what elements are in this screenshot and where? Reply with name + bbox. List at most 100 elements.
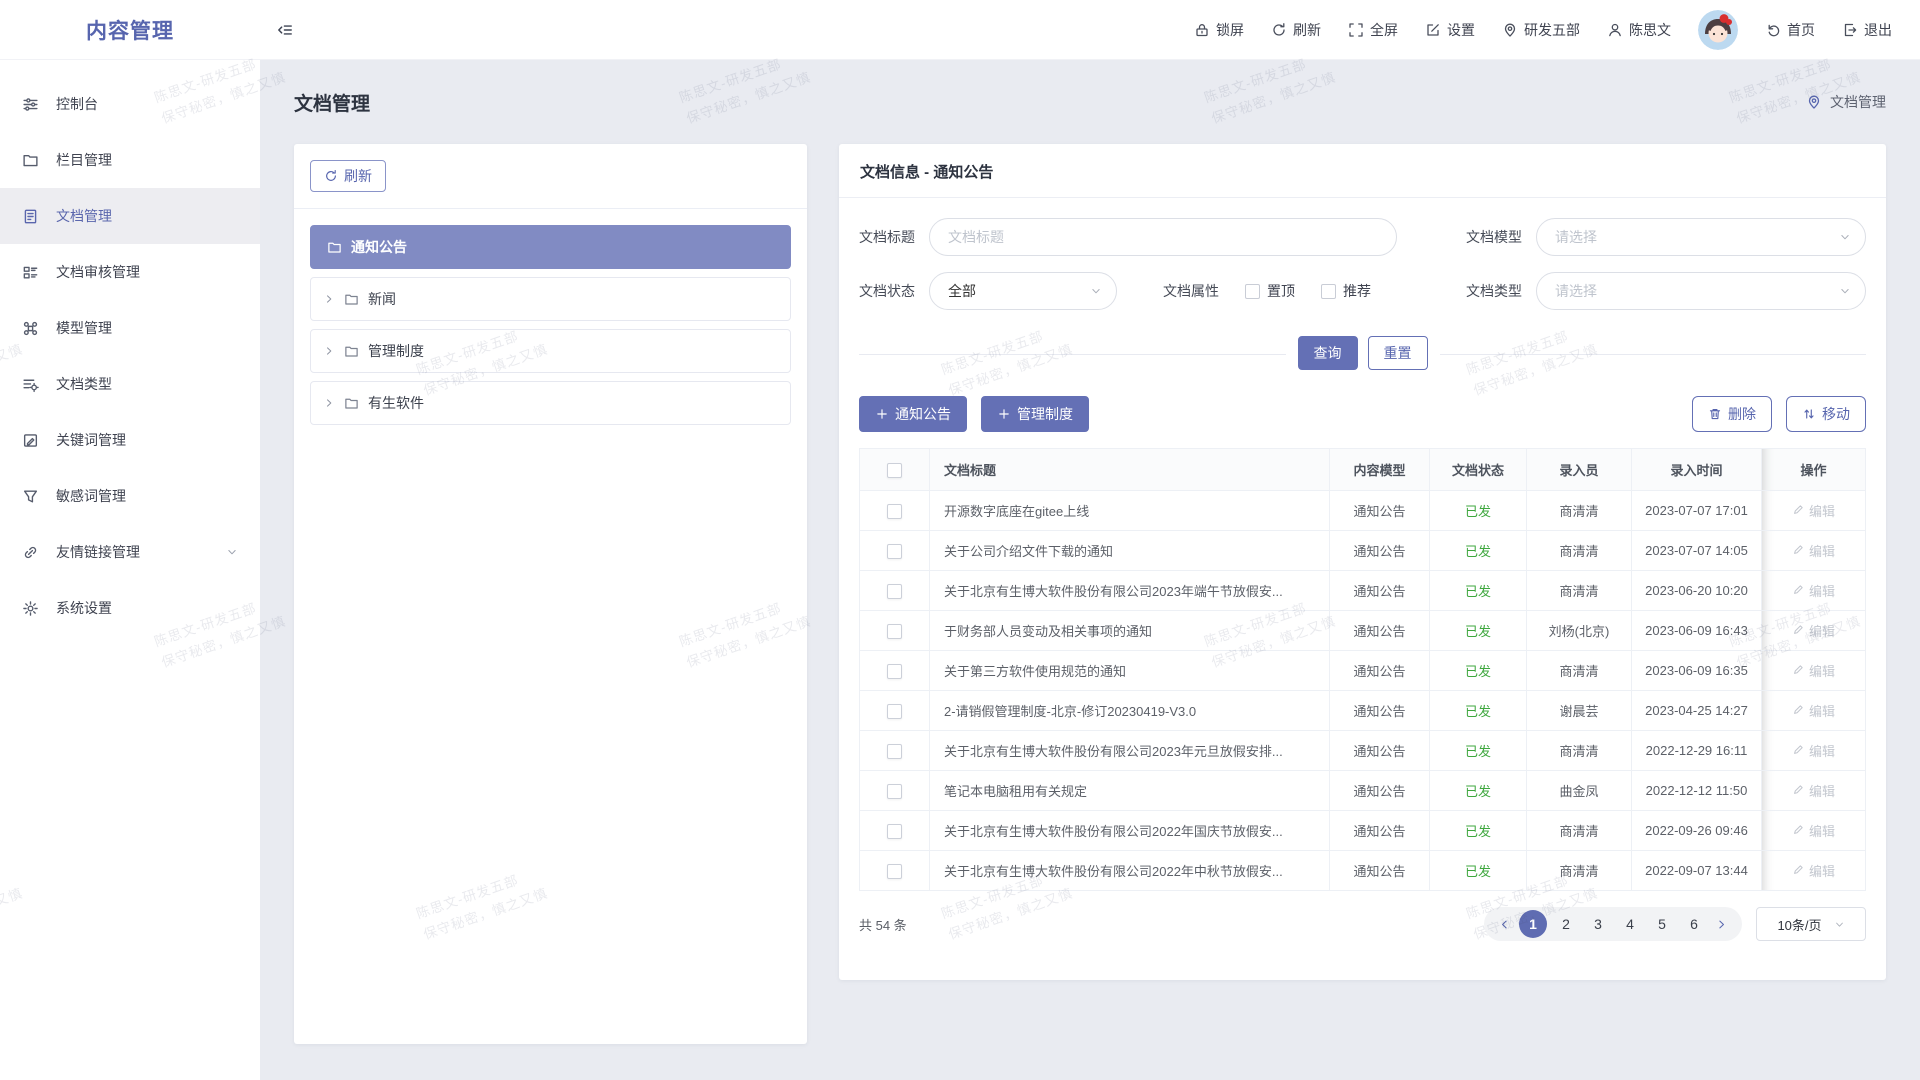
tree-node-有生软件[interactable]: 有生软件 <box>310 381 791 425</box>
row-checkbox[interactable] <box>887 664 902 679</box>
document-panel: 文档信息 - 通知公告 文档标题 文档模型 请选择 文档状态 全部 <box>839 144 1886 980</box>
table-row: 关于北京有生博大软件股份有限公司2023年元旦放假安排...通知公告已发商清清2… <box>860 731 1866 771</box>
tree-refresh-button[interactable]: 刷新 <box>310 160 386 192</box>
edit-link[interactable]: 编辑 <box>1762 571 1866 611</box>
status-badge: 已发 <box>1465 664 1491 679</box>
edit-link[interactable]: 编辑 <box>1762 691 1866 731</box>
sidebar-item-敏感词管理[interactable]: 敏感词管理 <box>0 468 260 524</box>
add-notice-label: 通知公告 <box>895 404 951 424</box>
row-checkbox[interactable] <box>887 864 902 879</box>
row-checkbox[interactable] <box>887 824 902 839</box>
row-checkbox[interactable] <box>887 784 902 799</box>
column-header: 内容模型 <box>1330 449 1430 491</box>
filter-attr-label: 文档属性 <box>1163 281 1219 301</box>
row-checkbox[interactable] <box>887 624 902 639</box>
doc-status-select[interactable]: 全部 <box>929 272 1117 310</box>
edit-link[interactable]: 编辑 <box>1762 491 1866 531</box>
header-actions: 锁屏 刷新 全屏 设置 研发五部 陈思文 首页 退出 <box>1194 10 1920 50</box>
table-actions: 通知公告 管理制度 删除 移动 <box>839 372 1886 448</box>
console-icon <box>22 96 39 113</box>
doc-model-select[interactable]: 请选择 <box>1536 218 1866 256</box>
doc-title-input[interactable] <box>929 218 1397 256</box>
row-checkbox[interactable] <box>887 504 902 519</box>
doc-time-cell: 2022-12-29 16:11 <box>1632 731 1762 771</box>
pagination-next[interactable] <box>1710 918 1733 931</box>
row-checkbox[interactable] <box>887 544 902 559</box>
header-action-username[interactable]: 陈思文 <box>1607 20 1671 40</box>
header-action-settings[interactable]: 设置 <box>1425 20 1475 40</box>
tree-node-通知公告[interactable]: 通知公告 <box>310 225 791 269</box>
sidebar-item-系统设置[interactable]: 系统设置 <box>0 580 260 636</box>
collapse-sidebar-icon[interactable] <box>276 21 294 39</box>
doc-status-cell: 已发 <box>1430 531 1527 571</box>
pagination-page-5[interactable]: 5 <box>1649 911 1675 937</box>
pagination-page-3[interactable]: 3 <box>1585 911 1611 937</box>
header-action-lock[interactable]: 锁屏 <box>1194 20 1244 40</box>
attr-top-checkbox[interactable]: 置顶 <box>1245 281 1295 301</box>
doc-title-cell: 关于公司介绍文件下载的通知 <box>930 531 1330 571</box>
reset-button[interactable]: 重置 <box>1368 336 1428 370</box>
checkbox-icon <box>1245 284 1260 299</box>
header-action-department[interactable]: 研发五部 <box>1502 20 1580 40</box>
header-action-label: 锁屏 <box>1216 20 1244 40</box>
doc-time-cell: 2023-06-09 16:35 <box>1632 651 1762 691</box>
header-action-logout[interactable]: 退出 <box>1842 20 1892 40</box>
header-action-refresh[interactable]: 刷新 <box>1271 20 1321 40</box>
table-row: 关于北京有生博大软件股份有限公司2022年国庆节放假安...通知公告已发商清清2… <box>860 811 1866 851</box>
sidebar-item-文档管理[interactable]: 文档管理 <box>0 188 260 244</box>
sidebar-item-文档类型[interactable]: 文档类型 <box>0 356 260 412</box>
tree-node-label: 管理制度 <box>368 341 424 361</box>
sidebar-item-模型管理[interactable]: 模型管理 <box>0 300 260 356</box>
refresh-icon <box>1271 22 1287 38</box>
avatar[interactable] <box>1698 10 1738 50</box>
add-notice-button[interactable]: 通知公告 <box>859 396 967 432</box>
row-checkbox[interactable] <box>887 584 902 599</box>
edit-square-icon <box>1425 22 1441 38</box>
move-label: 移动 <box>1822 404 1850 424</box>
edit-link[interactable]: 编辑 <box>1762 531 1866 571</box>
pagination-page-1[interactable]: 1 <box>1519 910 1547 938</box>
sidebar-item-文档审核管理[interactable]: 文档审核管理 <box>0 244 260 300</box>
column-header: 录入时间 <box>1632 449 1762 491</box>
sidebar-item-栏目管理[interactable]: 栏目管理 <box>0 132 260 188</box>
add-regulation-button[interactable]: 管理制度 <box>981 396 1089 432</box>
delete-button[interactable]: 删除 <box>1692 396 1772 432</box>
search-button[interactable]: 查询 <box>1298 336 1358 370</box>
pencil-icon <box>1792 863 1805 876</box>
header-action-home[interactable]: 首页 <box>1765 20 1815 40</box>
tree-node-新闻[interactable]: 新闻 <box>310 277 791 321</box>
pagination-prev[interactable] <box>1493 918 1516 931</box>
row-checkbox[interactable] <box>887 704 902 719</box>
attr-top-label: 置顶 <box>1267 281 1295 301</box>
move-button[interactable]: 移动 <box>1786 396 1866 432</box>
sidebar-item-label: 友情链接管理 <box>56 542 140 562</box>
edit-link[interactable]: 编辑 <box>1762 771 1866 811</box>
attr-recommend-checkbox[interactable]: 推荐 <box>1321 281 1371 301</box>
doc-editor-cell: 商清清 <box>1527 491 1632 531</box>
doc-title-cell: 2-请销假管理制度-北京-修订20230419-V3.0 <box>930 691 1330 731</box>
row-checkbox[interactable] <box>887 744 902 759</box>
pagination-page-6[interactable]: 6 <box>1681 911 1707 937</box>
tree-node-管理制度[interactable]: 管理制度 <box>310 329 791 373</box>
pagination-page-4[interactable]: 4 <box>1617 911 1643 937</box>
header-action-fullscreen[interactable]: 全屏 <box>1348 20 1398 40</box>
edit-link[interactable]: 编辑 <box>1762 811 1866 851</box>
doc-type-select[interactable]: 请选择 <box>1536 272 1866 310</box>
edit-link[interactable]: 编辑 <box>1762 611 1866 651</box>
sidebar-item-关键词管理[interactable]: 关键词管理 <box>0 412 260 468</box>
edit-link[interactable]: 编辑 <box>1762 851 1866 891</box>
doc-title-cell: 开源数字底座在gitee上线 <box>930 491 1330 531</box>
link-icon <box>22 544 39 561</box>
page-size-select[interactable]: 10条/页 <box>1756 907 1866 941</box>
header-action-label: 退出 <box>1864 20 1892 40</box>
pagination-page-2[interactable]: 2 <box>1553 911 1579 937</box>
edit-link[interactable]: 编辑 <box>1762 731 1866 771</box>
edit-link[interactable]: 编辑 <box>1762 651 1866 691</box>
sidebar-item-控制台[interactable]: 控制台 <box>0 76 260 132</box>
edit-label: 编辑 <box>1809 584 1835 599</box>
sidebar-item-label: 文档类型 <box>56 374 112 394</box>
select-all-checkbox[interactable] <box>887 463 902 478</box>
column-header: 操作 <box>1762 449 1866 491</box>
doc-status-value: 全部 <box>948 281 976 301</box>
sidebar-item-友情链接管理[interactable]: 友情链接管理 <box>0 524 260 580</box>
